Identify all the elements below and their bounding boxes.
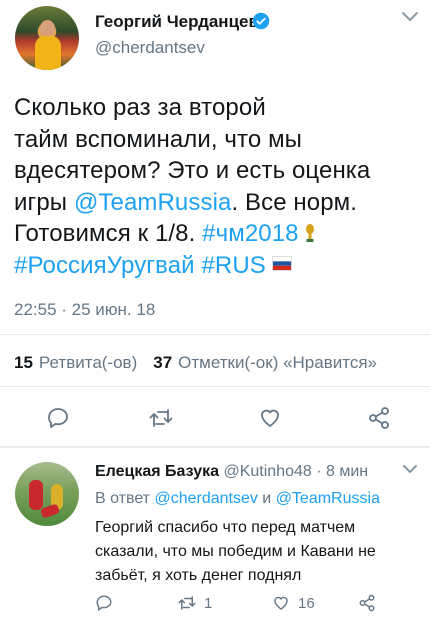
reply-author-name[interactable]: Елецкая Базука	[95, 463, 219, 480]
tweet-line: игры @TeamRussia. Все норм.	[14, 187, 414, 219]
mention-link[interactable]: @cherdantsev	[154, 490, 257, 507]
author-name[interactable]: Георгий Черданцев	[95, 12, 259, 32]
tweet-line: вдесятером? Это и есть оценка	[14, 157, 371, 184]
retweets-label: Ретвита(-ов)	[38, 353, 138, 372]
hashtag-link[interactable]: #РоссияУругвай	[14, 252, 195, 279]
reply-time: · 8 мин	[316, 463, 369, 480]
reply-icon	[96, 595, 112, 612]
divider	[0, 386, 430, 387]
divider	[0, 334, 430, 335]
reply-retweet-button[interactable]: 1	[178, 594, 212, 612]
share-icon[interactable]	[367, 406, 391, 430]
tweet-line: Сколько раз за второй	[14, 94, 266, 121]
reply-share-button[interactable]	[358, 594, 384, 612]
like-icon	[274, 596, 288, 610]
mention-link[interactable]: @TeamRussia	[74, 189, 232, 216]
world-cup-trophy-emoji	[305, 224, 314, 242]
reply-reply-button[interactable]	[95, 594, 121, 612]
reply-icon[interactable]	[46, 406, 70, 430]
tweet-line: Готовимся к 1/8. #чм2018	[14, 218, 414, 250]
likes-label: Отметки(-ок) «Нравится»	[178, 353, 378, 372]
tweet-text: Сколько раз за второй тайм вспоминали, ч…	[14, 92, 414, 281]
retweet-icon	[178, 596, 196, 610]
likes-stat[interactable]: 37 Отметки(-ок) «Нравится»	[153, 353, 377, 372]
reply-author-avatar[interactable]	[15, 462, 79, 526]
reply-like-button[interactable]: 16	[272, 594, 315, 612]
retweets-count: 15	[14, 353, 33, 372]
chevron-down-icon[interactable]	[401, 463, 419, 475]
tweet-text-segment: Готовимся к 1/8.	[14, 220, 203, 247]
verified-badge-icon	[252, 12, 270, 30]
mention-link[interactable]: @TeamRussia	[276, 490, 380, 507]
retweet-icon[interactable]	[149, 406, 173, 430]
tweet-line: #РоссияУругвай #RUS	[14, 250, 414, 282]
hashtag-link[interactable]: #чм2018	[202, 220, 298, 247]
tweet-stats: 15 Ретвита(-ов) 37 Отметки(-ок) «Нравится»	[14, 353, 377, 373]
reply-retweet-count: 1	[204, 594, 213, 612]
chevron-down-icon[interactable]	[400, 10, 420, 24]
like-icon[interactable]	[258, 406, 282, 430]
tweet-text-segment: игры	[14, 188, 74, 216]
in-reply-to-label: В ответ	[95, 490, 155, 507]
tweet-text-segment: . Все норм.	[231, 188, 358, 216]
divider	[0, 446, 430, 448]
tweet-line: тайм вспоминали, что мы	[14, 125, 303, 153]
tweet-timestamp[interactable]: 22:55 · 25 июн. 18	[14, 300, 155, 320]
retweets-stat[interactable]: 15 Ретвита(-ов)	[14, 353, 137, 372]
share-icon	[359, 594, 375, 612]
author-avatar[interactable]	[15, 6, 79, 70]
in-reply-to-conjunction: и	[257, 490, 276, 507]
reply-header: Елецкая Базука @Kutinho48 · 8 мин	[95, 463, 368, 481]
in-reply-to: В ответ @cherdantsev и @TeamRussia	[95, 490, 380, 508]
hashtag-link[interactable]: #RUS	[201, 252, 265, 279]
author-handle[interactable]: @cherdantsev	[95, 38, 205, 58]
reply-like-count: 16	[298, 594, 315, 612]
reply-text: Георгий спасибо что перед матчем сказали…	[95, 519, 376, 584]
reply-author-handle[interactable]: @Kutinho48	[223, 463, 311, 480]
russia-flag-emoji	[271, 255, 292, 271]
likes-count: 37	[153, 353, 173, 372]
